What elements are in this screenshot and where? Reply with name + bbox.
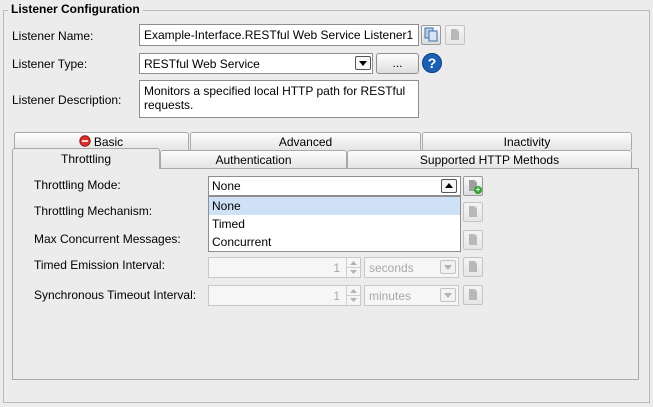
question-icon: ? <box>427 55 437 71</box>
synchronous-timeout-interval-value: 1 <box>333 289 340 303</box>
tab-inactivity-label: Inactivity <box>503 135 551 149</box>
synchronous-timeout-interval-spinner[interactable]: 1 <box>208 285 361 306</box>
synchronous-timeout-unit-dropdown[interactable] <box>440 288 456 302</box>
tab-advanced-label: Advanced <box>278 135 333 149</box>
copy-icon <box>424 27 438 42</box>
chevron-down-icon <box>359 61 367 66</box>
throttling-mode-value: None <box>212 179 241 193</box>
option-none[interactable]: None <box>209 197 460 215</box>
timed-emission-button[interactable] <box>463 257 483 277</box>
tab-throttling[interactable]: Throttling <box>12 148 160 169</box>
group-title: Listener Configuration <box>8 2 143 16</box>
spinner-arrows-icon <box>347 261 360 274</box>
throttling-mode-select[interactable]: None <box>208 176 461 196</box>
max-concurrent-messages-label: Max Concurrent Messages: <box>34 232 181 246</box>
plus-icon: + <box>474 185 482 194</box>
throttling-mechanism-button[interactable] <box>463 202 483 222</box>
listener-type-select[interactable]: RESTful Web Service <box>139 53 373 74</box>
copy-button[interactable] <box>421 25 441 45</box>
listener-type-value: RESTful Web Service <box>144 57 260 71</box>
listener-description-label: Listener Description: <box>12 93 122 107</box>
timed-emission-spin-buttons[interactable] <box>346 258 360 277</box>
document-icon <box>469 206 477 217</box>
throttling-mode-options: None Timed Concurrent <box>208 196 461 252</box>
timed-emission-unit-value: seconds <box>369 261 414 275</box>
chevron-down-icon <box>444 293 452 298</box>
tab-authentication-label: Authentication <box>215 153 292 167</box>
max-concurrent-messages-button[interactable] <box>463 230 483 250</box>
document-icon <box>469 261 477 272</box>
chevron-up-icon <box>445 183 453 188</box>
throttling-mode-dropdown-button[interactable] <box>441 179 457 193</box>
listener-type-dropdown-button[interactable] <box>355 56 371 70</box>
tab-throttling-label: Throttling <box>60 152 112 166</box>
timed-emission-unit-dropdown[interactable] <box>440 260 456 274</box>
synchronous-timeout-unit-value: minutes <box>369 289 412 303</box>
tab-advanced[interactable]: Advanced <box>190 132 421 150</box>
synchronous-timeout-button[interactable] <box>463 285 483 305</box>
option-concurrent[interactable]: Concurrent <box>209 233 460 251</box>
spinner-arrows-icon <box>347 289 360 302</box>
chevron-down-icon <box>444 265 452 270</box>
tab-inactivity[interactable]: Inactivity <box>422 132 632 150</box>
tab-supported-http-methods[interactable]: Supported HTTP Methods <box>347 150 632 168</box>
tab-supported-http-methods-label: Supported HTTP Methods <box>419 153 560 167</box>
document-icon <box>469 234 477 245</box>
listener-name-label: Listener Name: <box>12 29 94 43</box>
browse-button[interactable]: ... <box>376 53 419 74</box>
timed-emission-interval-value: 1 <box>333 261 340 275</box>
synchronous-timeout-spin-buttons[interactable] <box>346 286 360 305</box>
throttling-mechanism-label: Throttling Mechanism: <box>34 204 153 218</box>
throttling-mode-add-button[interactable]: + <box>463 176 483 196</box>
help-button[interactable]: ? <box>422 53 442 73</box>
option-timed[interactable]: Timed <box>209 215 460 233</box>
document-icon <box>469 289 477 300</box>
listener-type-label: Listener Type: <box>12 57 88 71</box>
timed-emission-interval-spinner[interactable]: 1 <box>208 257 361 278</box>
synchronous-timeout-interval-label: Synchronous Timeout Interval: <box>34 288 197 302</box>
document-button[interactable] <box>445 25 465 45</box>
listener-name-field[interactable]: Example-Interface.RESTful Web Service Li… <box>139 24 419 46</box>
listener-description-field[interactable]: Monitors a specified local HTTP path for… <box>139 80 419 118</box>
tab-authentication[interactable]: Authentication <box>160 150 347 168</box>
timed-emission-interval-label: Timed Emission Interval: <box>34 258 165 272</box>
throttling-mode-label: Throttling Mode: <box>34 178 121 192</box>
document-icon <box>451 29 459 40</box>
error-icon <box>79 135 91 147</box>
